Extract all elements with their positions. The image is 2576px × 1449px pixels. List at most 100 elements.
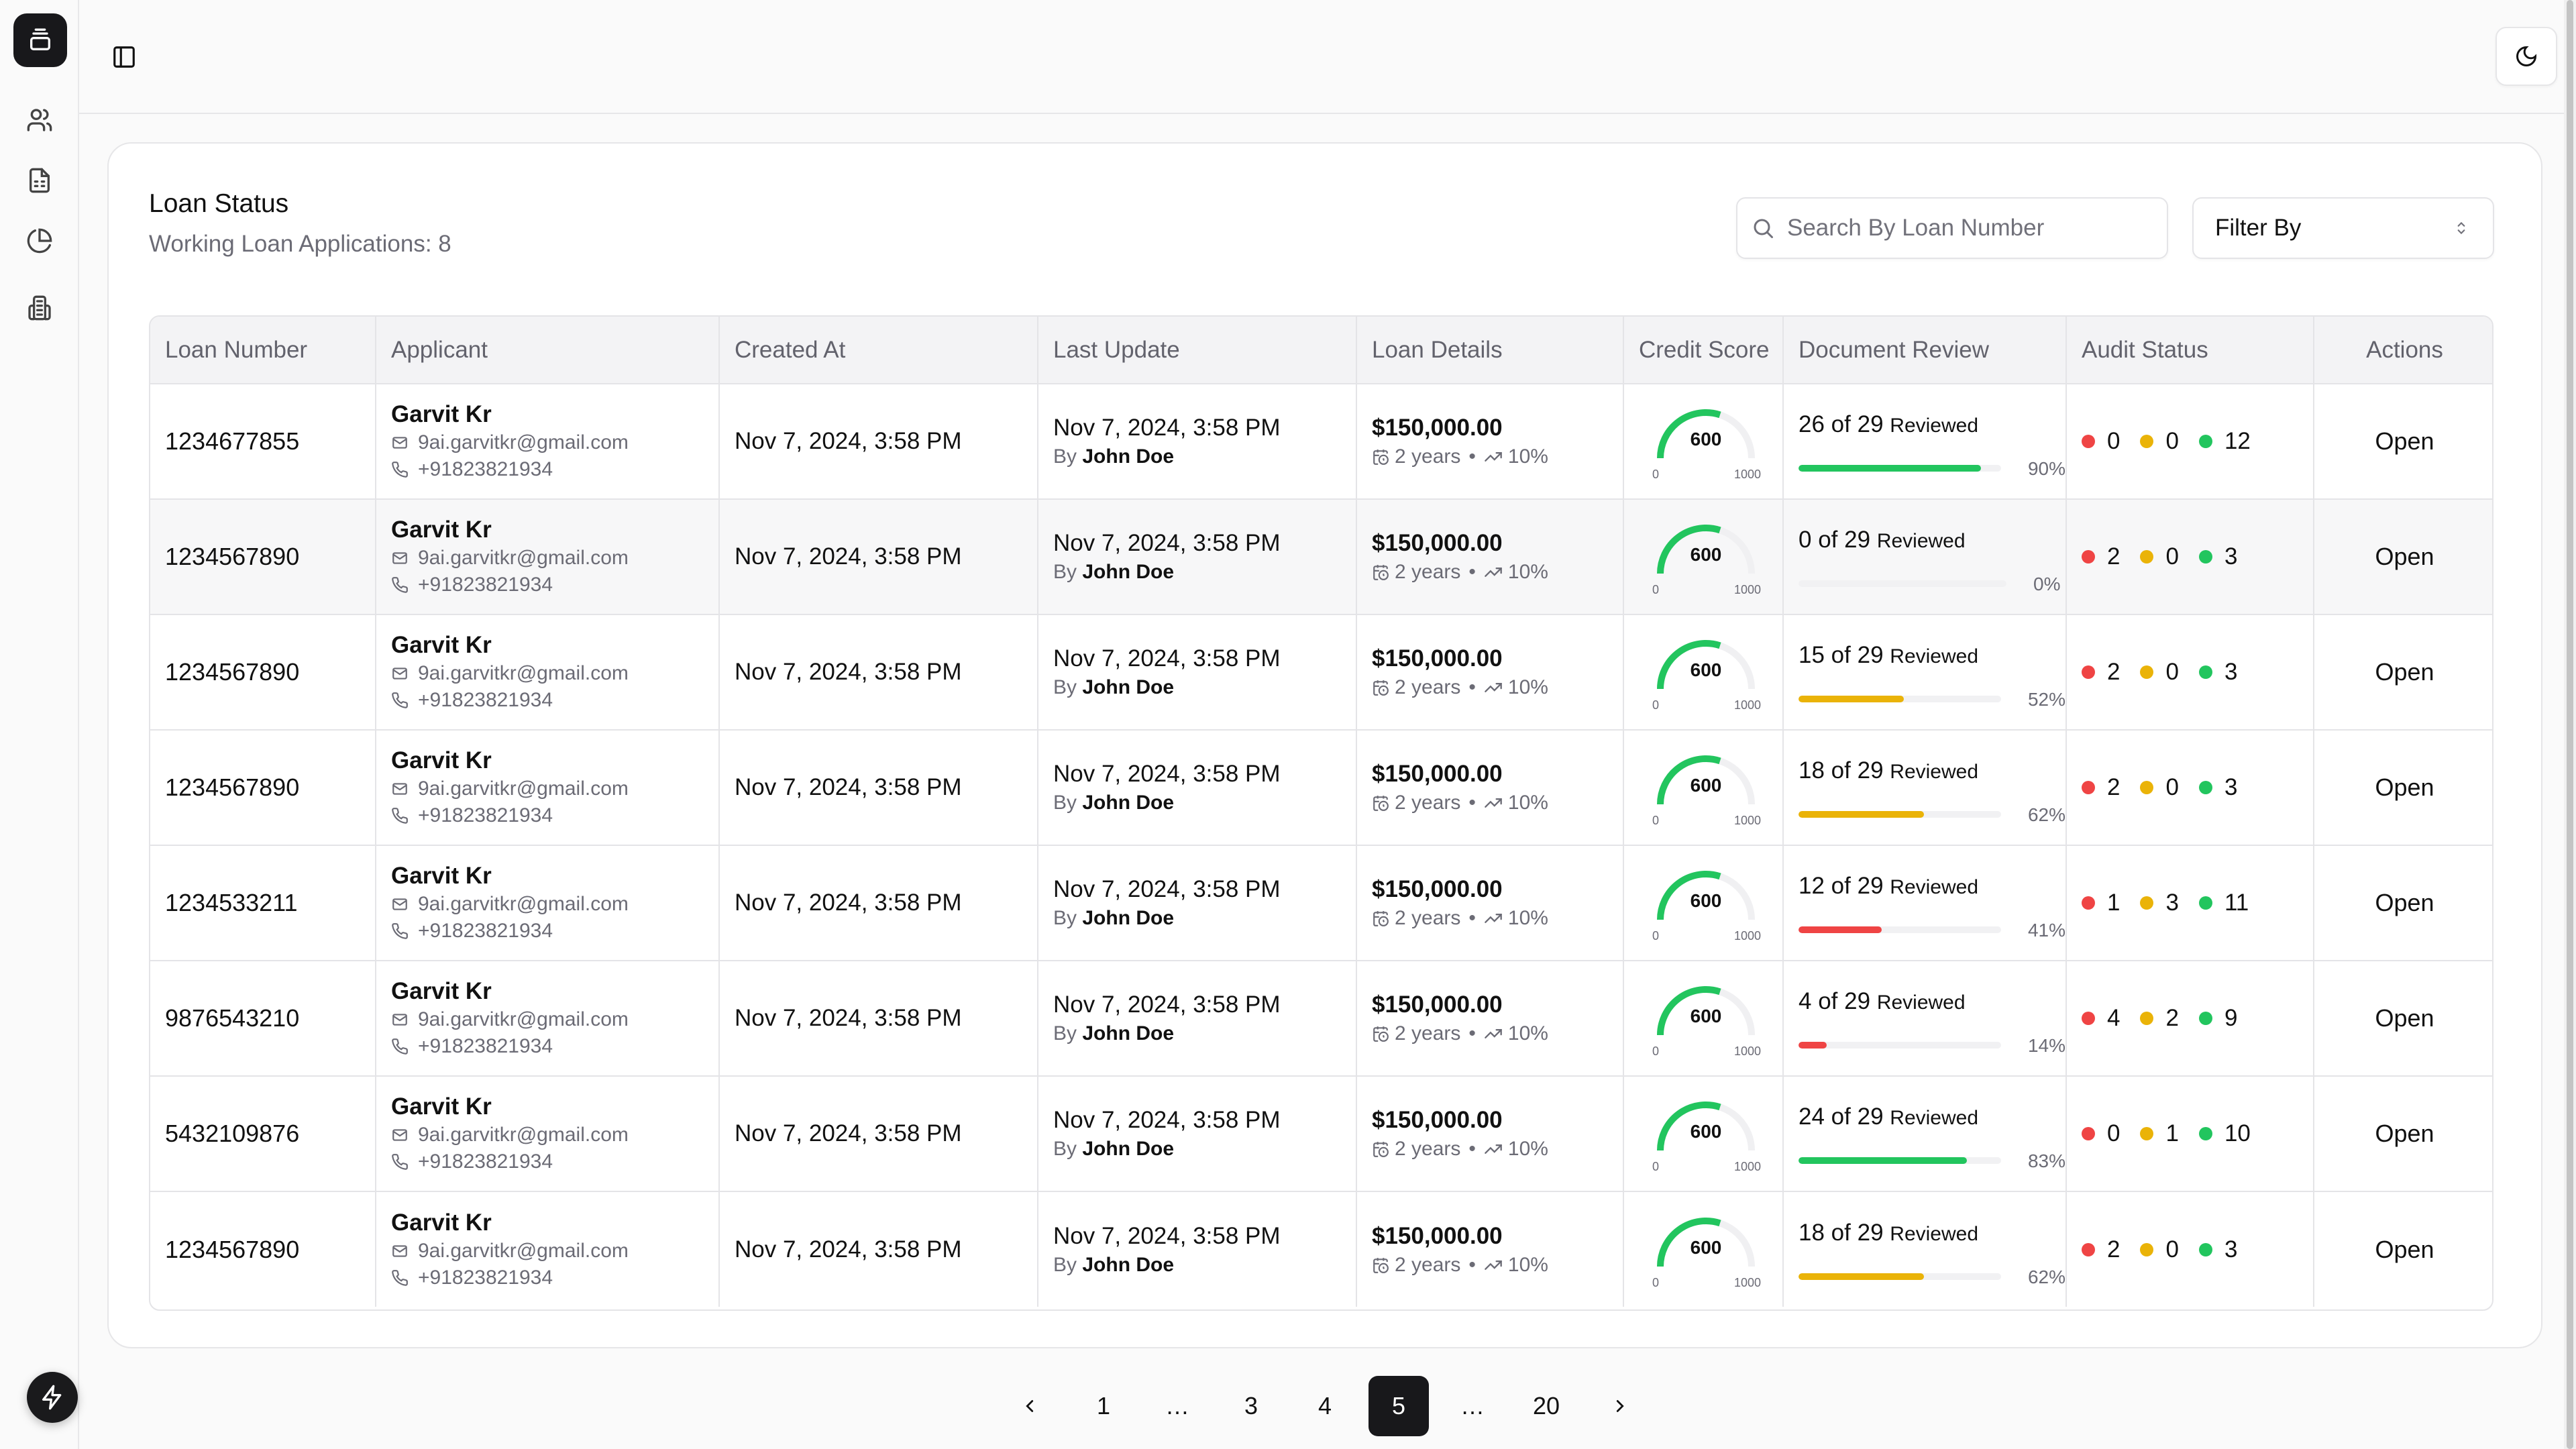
open-button[interactable]: Open	[2375, 1236, 2434, 1263]
loan-amount: $150,000.00	[1372, 991, 1503, 1018]
audit-green-count: 3	[2224, 774, 2238, 800]
theme-toggle-button[interactable]	[2496, 27, 2557, 86]
open-button[interactable]: Open	[2375, 1120, 2434, 1147]
reviewed-label: Reviewed	[1890, 761, 1979, 783]
archive-icon	[30, 28, 50, 50]
open-button[interactable]: Open	[2375, 658, 2434, 686]
phone-icon	[392, 692, 408, 708]
credit-score-value: 600	[1690, 659, 1722, 680]
created-at-cell: Nov 7, 2024, 3:58 PM	[719, 1076, 1038, 1192]
open-button[interactable]: Open	[2375, 543, 2434, 570]
audit-yellow-count: 0	[2165, 428, 2179, 454]
table-row[interactable]: 1234567890 Garvit Kr 9ai.garvitkr@gmail.…	[150, 730, 2492, 846]
sidebar-item-analytics[interactable]	[23, 224, 56, 258]
applicant-phone[interactable]: +91823821934	[418, 1148, 553, 1175]
loan-status-card: Loan Status Working Loan Applications: 8…	[107, 142, 2542, 1348]
review-summary: 4 of 29 Reviewed	[1799, 988, 2065, 1015]
by-label: By	[1053, 792, 1077, 814]
page-button[interactable]: 4	[1295, 1376, 1355, 1436]
column-header[interactable]: Audit Status	[2066, 317, 2314, 384]
table-row[interactable]: 1234677855 Garvit Kr 9ai.garvitkr@gmail.…	[150, 384, 2492, 500]
updated-at: Nov 7, 2024, 3:58 PM	[1053, 1107, 1281, 1133]
table-row[interactable]: 1234567890 Garvit Kr 9ai.garvitkr@gmail.…	[150, 614, 2492, 731]
by-label: By	[1053, 1022, 1077, 1044]
search-box[interactable]	[1736, 197, 2168, 259]
loan-number: 1234677855	[165, 427, 300, 455]
sidebar-item-organizations[interactable]	[23, 291, 56, 325]
calendar-clock-icon	[1373, 449, 1389, 465]
next-page-button[interactable]	[1590, 1376, 1650, 1436]
loan-number: 1234533211	[165, 889, 298, 916]
audit-green-count: 11	[2224, 890, 2249, 916]
filter-select[interactable]: Filter By	[2192, 197, 2494, 259]
created-at: Nov 7, 2024, 3:58 PM	[735, 1236, 962, 1263]
table-row[interactable]: 5432109876 Garvit Kr 9ai.garvitkr@gmail.…	[150, 1076, 2492, 1192]
applicant-phone[interactable]: +91823821934	[418, 572, 553, 598]
interest-rate: 10%	[1507, 676, 1548, 698]
table-row[interactable]: 9876543210 Garvit Kr 9ai.garvitkr@gmail.…	[150, 961, 2492, 1077]
applicant-email[interactable]: 9ai.garvitkr@gmail.com	[418, 1122, 629, 1148]
chevrons-up-down-icon	[2457, 221, 2465, 235]
page-button[interactable]: 20	[1516, 1376, 1576, 1436]
page-button[interactable]: 3	[1221, 1376, 1281, 1436]
loan-number-cell: 1234677855	[150, 384, 376, 500]
table-header-row: Loan Number Applicant Created At Last Up…	[150, 317, 2492, 384]
audit-status-cell: 2 0 3	[2066, 614, 2314, 731]
applicant-phone[interactable]: +91823821934	[418, 687, 553, 714]
open-button[interactable]: Open	[2375, 1004, 2434, 1032]
credit-score-max: 1000	[1734, 698, 1762, 712]
applicant-phone[interactable]: +91823821934	[418, 1265, 553, 1291]
logo-button[interactable]	[13, 13, 67, 67]
open-button[interactable]: Open	[2375, 889, 2434, 916]
applicant-email[interactable]: 9ai.garvitkr@gmail.com	[418, 891, 629, 918]
column-header[interactable]: Loan Details	[1356, 317, 1624, 384]
review-progress-fill	[1799, 811, 1925, 818]
column-header[interactable]: Loan Number	[150, 317, 376, 384]
applicant-email[interactable]: 9ai.garvitkr@gmail.com	[418, 1238, 629, 1265]
page-button[interactable]: 1	[1073, 1376, 1134, 1436]
of-label: of	[1831, 642, 1851, 668]
yellow-status-dot	[2140, 1012, 2154, 1025]
applicant-email[interactable]: 9ai.garvitkr@gmail.com	[418, 429, 629, 456]
quick-action-button[interactable]	[27, 1372, 78, 1423]
scrollbar-thumb[interactable]	[2567, 0, 2573, 1449]
page-button[interactable]: 5	[1368, 1376, 1429, 1436]
column-header[interactable]: Document Review	[1783, 317, 2067, 384]
column-header[interactable]: Last Update	[1038, 317, 1357, 384]
open-button[interactable]: Open	[2375, 427, 2434, 455]
applicant-phone[interactable]: +91823821934	[418, 918, 553, 945]
total-documents: 29	[1844, 988, 1871, 1014]
created-at-cell: Nov 7, 2024, 3:58 PM	[719, 845, 1038, 961]
applicant-phone[interactable]: +91823821934	[418, 802, 553, 829]
column-header[interactable]: Actions	[2314, 317, 2492, 384]
yellow-status-dot	[2140, 896, 2154, 910]
applicant-email[interactable]: 9ai.garvitkr@gmail.com	[418, 1006, 629, 1033]
applicant-phone[interactable]: +91823821934	[418, 1033, 553, 1060]
sidebar-item-users[interactable]	[23, 103, 56, 137]
table-row[interactable]: 1234567890 Garvit Kr 9ai.garvitkr@gmail.…	[150, 1191, 2492, 1307]
by-label: By	[1053, 1138, 1077, 1160]
lightning-icon	[42, 1385, 62, 1410]
column-header[interactable]: Applicant	[376, 317, 720, 384]
page-scrollbar[interactable]	[2564, 0, 2576, 1449]
review-progress-bar	[1799, 465, 2001, 472]
previous-page-button[interactable]	[1000, 1376, 1060, 1436]
applicant-email[interactable]: 9ai.garvitkr@gmail.com	[418, 545, 629, 572]
search-input[interactable]	[1787, 215, 2149, 241]
open-button[interactable]: Open	[2375, 773, 2434, 801]
applicant-phone[interactable]: +91823821934	[418, 456, 553, 483]
table-row[interactable]: 1234567890 Garvit Kr 9ai.garvitkr@gmail.…	[150, 499, 2492, 615]
updated-by: John Doe	[1082, 1022, 1175, 1044]
applicant-email[interactable]: 9ai.garvitkr@gmail.com	[418, 775, 629, 802]
review-progress-bar	[1799, 811, 2001, 818]
yellow-status-dot	[2140, 665, 2154, 679]
credit-score-min: 0	[1652, 698, 1660, 712]
sidebar-item-documents[interactable]	[23, 164, 56, 197]
applicant-email[interactable]: 9ai.garvitkr@gmail.com	[418, 660, 629, 687]
column-header[interactable]: Credit Score	[1623, 317, 1784, 384]
document-review-cell: 0 of 29 Reviewed 0%	[1783, 499, 2067, 615]
column-header[interactable]: Created At	[719, 317, 1038, 384]
toggle-sidebar-button[interactable]	[107, 40, 141, 74]
table-row[interactable]: 1234533211 Garvit Kr 9ai.garvitkr@gmail.…	[150, 845, 2492, 961]
credit-score-value: 600	[1690, 1006, 1722, 1026]
